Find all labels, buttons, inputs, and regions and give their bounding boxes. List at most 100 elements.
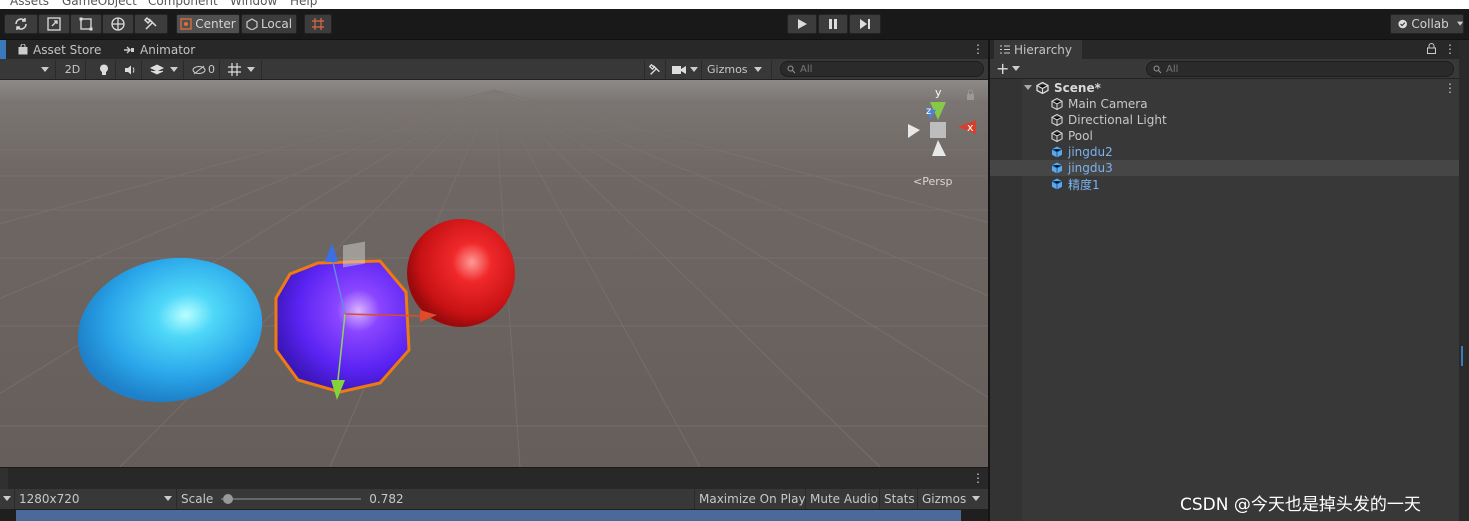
scene-kebab-menu-icon[interactable]: ⋮ (1444, 82, 1456, 94)
rect-tool-button[interactable] (70, 14, 102, 34)
transform-icon (111, 17, 125, 31)
resolution-label: 1280x720 (19, 492, 80, 506)
purple-sphere-selected[interactable] (274, 259, 411, 394)
projection-label[interactable]: <Persp (913, 175, 952, 188)
grid-snap-icon (312, 18, 324, 30)
hierarchy-item-label: Directional Light (1068, 113, 1167, 127)
pivot-center-toggle[interactable]: Center (176, 14, 240, 34)
eye-slash-icon (192, 65, 206, 74)
collab-label: Collab (1411, 17, 1449, 31)
audio-toggle[interactable] (118, 60, 142, 79)
scale-slider-handle[interactable] (223, 494, 234, 504)
lighting-toggle[interactable] (92, 60, 116, 79)
hierarchy-item[interactable]: 精度1 (990, 176, 1459, 192)
gizmos-label: Gizmos (707, 63, 748, 76)
hierarchy-item-label: Pool (1068, 129, 1093, 143)
2d-toggle[interactable]: 2D (60, 60, 86, 79)
chevron-down-icon (169, 66, 178, 72)
menu-window[interactable]: Window (230, 0, 277, 8)
light-bulb-icon (99, 64, 108, 75)
local-space-icon (246, 18, 258, 30)
chevron-down-icon[interactable] (1024, 85, 1032, 91)
search-icon (787, 65, 796, 73)
axis-x-label: x (967, 121, 974, 134)
menu-help[interactable]: Help (290, 0, 317, 8)
menu-bar: Assets GameObject Component Window Help (0, 0, 1469, 9)
prefab-cube-icon (1050, 161, 1064, 175)
menu-gameobject[interactable]: GameObject (62, 0, 137, 8)
hierarchy-kebab-menu-icon[interactable]: ⋮ (1444, 43, 1456, 55)
rotate-tool-button[interactable] (4, 14, 38, 34)
animator-icon (124, 46, 134, 53)
rotate-icon (15, 18, 27, 30)
edge-indicator (1461, 346, 1463, 366)
chevron-down-icon (1456, 21, 1463, 26)
scene-tools-button[interactable] (644, 60, 666, 79)
stats-toggle[interactable]: Stats (879, 489, 919, 509)
red-sphere[interactable] (407, 219, 515, 327)
collab-check-icon (1398, 19, 1407, 29)
space-local-toggle[interactable]: Local (241, 14, 297, 34)
hierarchy-item[interactable]: jingdu3 (990, 160, 1459, 176)
menu-component[interactable]: Component (148, 0, 218, 8)
camera-dropdown[interactable] (668, 60, 702, 79)
game-gizmos-dropdown[interactable]: Gizmos (917, 489, 988, 509)
scene-kebab-menu-icon[interactable]: ⋮ (972, 43, 984, 55)
hidden-count: 0 (208, 63, 215, 76)
maximize-on-play-toggle[interactable]: Maximize On Play (694, 489, 810, 509)
mute-audio-label: Mute Audio (810, 492, 878, 506)
tab-animator[interactable]: Animator (123, 40, 195, 59)
resolution-dropdown[interactable]: 1280x720 (14, 489, 176, 509)
transform-tool-button[interactable] (102, 14, 134, 34)
hidden-objects-toggle[interactable]: 0 (188, 60, 220, 79)
pivot-center-label: Center (195, 17, 236, 31)
hierarchy-item[interactable]: Main Camera (990, 96, 1459, 112)
hierarchy-item-label: jingdu2 (1068, 145, 1113, 159)
right-edge-panel (1459, 40, 1469, 521)
custom-tool-button[interactable] (134, 14, 168, 34)
chevron-down-icon (3, 496, 11, 501)
scale-tool-button[interactable] (38, 14, 70, 34)
hierarchy-item[interactable]: Pool (990, 128, 1459, 144)
hierarchy-item[interactable]: Directional Light (990, 112, 1459, 128)
step-button[interactable] (849, 14, 881, 34)
collab-dropdown[interactable]: Collab (1390, 14, 1464, 34)
create-dropdown[interactable]: + (996, 60, 1021, 78)
hierarchy-search-field[interactable]: All (1146, 61, 1454, 77)
hierarchy-item[interactable]: jingdu2 (990, 144, 1459, 160)
watermark: CSDN @今天也是掉头发的一天 (1180, 495, 1421, 515)
scene-row[interactable]: Scene* ⋮ (990, 80, 1459, 96)
game-view[interactable] (0, 509, 988, 521)
grid-dropdown[interactable] (222, 60, 262, 79)
maximize-on-play-label: Maximize On Play (699, 492, 806, 506)
menu-assets[interactable]: Assets (10, 0, 49, 8)
grid-snap-button[interactable] (304, 14, 332, 34)
mute-audio-toggle[interactable]: Mute Audio (805, 489, 882, 509)
pivot-center-icon (180, 18, 192, 30)
prefab-cube-icon (1050, 177, 1064, 191)
tab-hierarchy-label: Hierarchy (1014, 42, 1073, 57)
lock-icon[interactable] (1427, 43, 1436, 54)
play-button[interactable] (787, 14, 817, 34)
scene-search-placeholder: All (800, 63, 813, 75)
axis-y-label: y (935, 86, 942, 99)
game-tab-stub (0, 468, 8, 490)
game-kebab-menu-icon[interactable]: ⋮ (972, 472, 984, 484)
effects-dropdown[interactable] (144, 60, 184, 79)
tools-icon (648, 63, 660, 75)
shading-mode-dropdown[interactable] (0, 60, 56, 79)
axis-z-label: z (926, 106, 931, 117)
tab-hierarchy[interactable]: Hierarchy (994, 40, 1083, 59)
list-icon (1000, 45, 1010, 54)
scene-view[interactable]: y x z <Persp (0, 80, 988, 467)
game-gizmos-label: Gizmos (922, 492, 967, 506)
tab-asset-store[interactable]: Asset Store (18, 40, 101, 59)
pause-button[interactable] (818, 14, 848, 34)
scale-slider[interactable] (221, 494, 362, 504)
game-view-tab-bar: ⋮ (0, 467, 988, 490)
hierarchy-tree: Scene* ⋮ Main Camera Directional Light Poo… (990, 79, 1459, 521)
scene-search-field[interactable]: All (780, 61, 984, 77)
gizmos-dropdown[interactable]: Gizmos (704, 60, 772, 79)
display-dropdown[interactable] (0, 489, 15, 509)
effects-icon (149, 63, 164, 75)
